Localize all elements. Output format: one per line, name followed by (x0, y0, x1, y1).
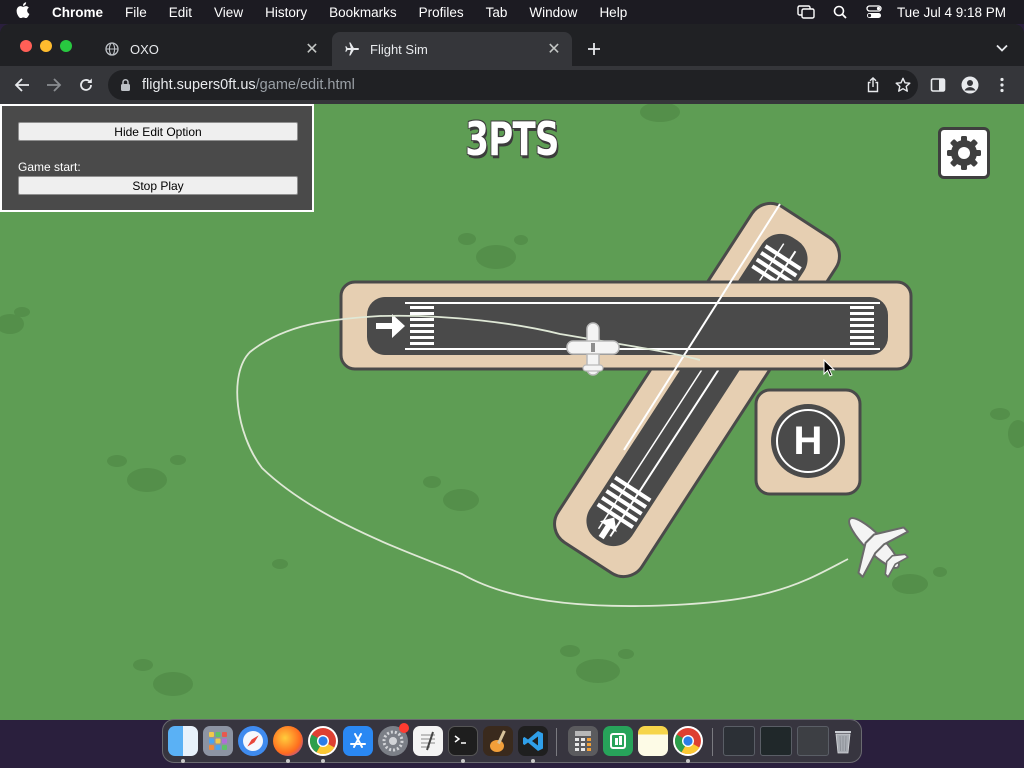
dock-separator (712, 728, 713, 756)
minimized-window-1-icon[interactable] (723, 726, 755, 756)
tab-strip: OXO ✕ Flight Sim ✕ (0, 24, 1024, 66)
url-text[interactable]: flight.supers0ft.us/game/edit.html (142, 77, 858, 93)
browser-window: OXO ✕ Flight Sim ✕ flight.supers0ft.us/g… (0, 24, 1024, 720)
more-menu-icon[interactable] (988, 71, 1016, 99)
menu-clock[interactable]: Tue Jul 4 9:18 PM (891, 5, 1024, 20)
helipad-letter: H (793, 419, 823, 463)
tab-search-chevron-icon[interactable] (992, 38, 1012, 58)
vscode-icon[interactable] (518, 726, 548, 756)
reload-icon[interactable] (72, 71, 100, 99)
browser-toolbar: flight.supers0ft.us/game/edit.html (0, 66, 1024, 104)
tab-flight-sim[interactable]: Flight Sim ✕ (332, 32, 572, 66)
dock-separator (556, 728, 557, 756)
menu-edit[interactable]: Edit (158, 5, 203, 20)
launchpad-icon[interactable] (203, 726, 233, 756)
url-path: /game/edit.html (255, 77, 355, 93)
edit-panel: Hide Edit Option Game start: Stop Play (0, 104, 314, 212)
menu-help[interactable]: Help (588, 5, 638, 20)
hide-edit-option-button[interactable]: Hide Edit Option (18, 122, 298, 141)
menu-app-name[interactable]: Chrome (46, 5, 114, 20)
game-canvas[interactable]: H 3PTS Hide Edit Option Game start: Stop… (0, 104, 1024, 720)
close-window-button[interactable] (20, 40, 32, 52)
running-indicator (321, 759, 325, 763)
menu-tab[interactable]: Tab (475, 5, 519, 20)
firefox-icon[interactable] (273, 726, 303, 756)
notification-badge (399, 723, 409, 733)
running-indicator (686, 759, 690, 763)
trash-icon[interactable] (831, 726, 855, 756)
game-start-label: Game start: (18, 160, 81, 174)
menu-bar: Chrome File Edit View History Bookmarks … (0, 0, 1024, 24)
textedit-icon[interactable] (413, 726, 443, 756)
lock-icon[interactable] (120, 78, 134, 92)
running-indicator (531, 759, 535, 763)
share-icon[interactable] (858, 73, 888, 97)
menu-bookmarks[interactable]: Bookmarks (318, 5, 408, 20)
side-panel-icon[interactable] (924, 71, 952, 99)
zoom-window-button[interactable] (60, 40, 72, 52)
menu-file[interactable]: File (114, 5, 158, 20)
spotlight-search-icon[interactable] (823, 5, 857, 19)
tab-title: OXO (130, 41, 159, 57)
menu-view[interactable]: View (203, 5, 254, 20)
tab-oxo[interactable]: OXO ✕ (92, 32, 330, 66)
forward-arrow-icon[interactable] (40, 71, 68, 99)
menu-history[interactable]: History (254, 5, 318, 20)
new-tab-button[interactable] (583, 38, 605, 60)
score-display: 3PTS (465, 112, 559, 166)
menu-window[interactable]: Window (518, 5, 588, 20)
running-indicator (286, 759, 290, 763)
control-center-icon[interactable] (857, 5, 891, 19)
gear-icon (947, 136, 981, 170)
address-bar[interactable]: flight.supers0ft.us/game/edit.html (108, 70, 918, 100)
back-arrow-icon[interactable] (8, 71, 36, 99)
close-tab-icon[interactable]: ✕ (302, 39, 322, 59)
url-host: flight.supers0ft.us (142, 77, 256, 93)
app-store-icon[interactable] (343, 726, 373, 756)
numbers-icon[interactable] (603, 726, 633, 756)
menu-profiles[interactable]: Profiles (408, 5, 475, 20)
minimized-window-2-icon[interactable] (760, 726, 792, 756)
tab-title: Flight Sim (370, 41, 428, 57)
airplane-icon (344, 41, 360, 57)
stop-play-button[interactable]: Stop Play (18, 176, 298, 195)
close-tab-icon[interactable]: ✕ (544, 39, 564, 59)
dock (162, 719, 862, 763)
profile-avatar-icon[interactable] (956, 71, 984, 99)
chrome-icon[interactable] (308, 726, 338, 756)
minimized-window-3-icon[interactable] (797, 726, 829, 756)
safari-icon[interactable] (238, 726, 268, 756)
terminal-icon[interactable] (448, 726, 478, 756)
running-indicator (461, 759, 465, 763)
running-indicator (181, 759, 185, 763)
apple-icon[interactable] (0, 2, 46, 22)
settings-button[interactable] (938, 127, 990, 179)
screen-mirroring-icon[interactable] (789, 5, 823, 19)
bookmark-star-icon[interactable] (888, 73, 918, 97)
garageband-icon[interactable] (483, 726, 513, 756)
notes-icon[interactable] (638, 726, 668, 756)
calculator-icon[interactable] (568, 726, 598, 756)
minimize-window-button[interactable] (40, 40, 52, 52)
finder-icon[interactable] (168, 726, 198, 756)
chrome-canary-icon[interactable] (673, 726, 703, 756)
globe-icon (104, 41, 120, 57)
